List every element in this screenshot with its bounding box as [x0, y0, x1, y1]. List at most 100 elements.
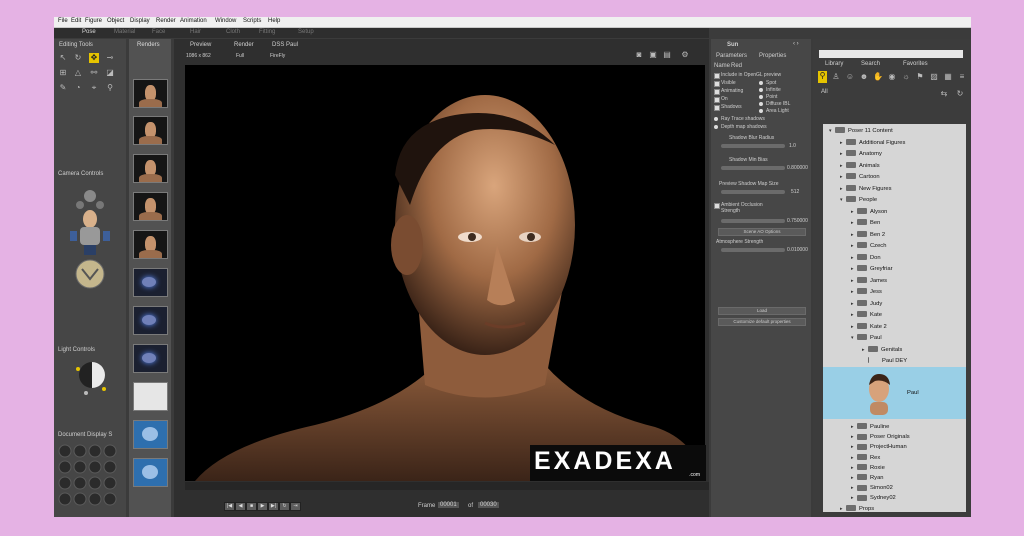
prev-frame-icon[interactable]: ◀ — [235, 502, 246, 511]
shadow-blur-slider[interactable] — [721, 144, 785, 148]
render-thumbnail[interactable] — [133, 382, 168, 411]
selected-library-item[interactable]: Paul — [823, 367, 966, 419]
map-size-slider[interactable] — [721, 190, 785, 194]
render-thumbnail[interactable] — [133, 306, 168, 335]
tab-search[interactable]: Search — [861, 61, 880, 67]
cameras-category-icon[interactable]: ⚑ — [915, 72, 925, 82]
display-style-grid[interactable] — [57, 443, 121, 509]
tree-item[interactable]: ▾ Poser 11 Content — [829, 126, 893, 136]
taper-icon[interactable]: △ — [73, 68, 83, 78]
menu-file[interactable]: File — [58, 18, 68, 24]
select-icon[interactable]: ↖ — [58, 53, 68, 63]
end-icon[interactable]: ⇥ — [290, 502, 301, 511]
grouping-icon[interactable]: ✎ — [58, 83, 68, 93]
scale-icon[interactable]: ⊞ — [58, 68, 68, 78]
radio-depthmap-shadows[interactable] — [714, 125, 718, 129]
tree-item[interactable]: ▸ Greyfriar — [851, 264, 893, 274]
tree-item[interactable]: ▸ Ryan — [851, 473, 884, 483]
tree-item[interactable]: ▸ Anatomy — [840, 149, 882, 159]
view-magnifier-icon[interactable]: ◔ — [73, 83, 83, 93]
menu-display[interactable]: Display — [130, 18, 150, 24]
tree-item[interactable]: ▸ Additional Figures — [840, 138, 905, 148]
tab-face[interactable]: Face — [152, 29, 165, 35]
atmosphere-slider[interactable] — [721, 248, 785, 252]
color-icon[interactable]: ◪ — [105, 68, 115, 78]
tree-item[interactable]: ▸ Ben — [851, 218, 880, 228]
filter-dropdown[interactable]: All — [821, 89, 828, 95]
tree-item[interactable]: Paul DEY — [862, 356, 907, 366]
menu-window[interactable]: Window — [215, 18, 236, 24]
menu-object[interactable]: Object — [107, 18, 124, 24]
camera-snapshot-icon[interactable]: ◙ — [634, 50, 644, 60]
props-category-icon[interactable]: ◉ — [887, 72, 897, 82]
radio-area-light[interactable] — [759, 109, 763, 113]
tab-fitting[interactable]: Fitting — [259, 29, 275, 35]
check-visible[interactable] — [714, 81, 720, 87]
render-thumbnail[interactable] — [133, 268, 168, 297]
hands-category-icon[interactable]: ✋ — [873, 72, 883, 82]
loop-icon[interactable]: ↻ — [279, 502, 290, 511]
load-button[interactable]: Load — [718, 307, 806, 315]
render-engine[interactable]: FireFly — [270, 53, 285, 59]
shadow-blur-value[interactable]: 1.0 — [789, 143, 796, 149]
morph-brush-icon[interactable]: ⌖ — [89, 83, 99, 93]
lights-category-icon[interactable]: ☼ — [901, 72, 911, 82]
light-sphere-widget[interactable] — [72, 357, 112, 397]
tree-item[interactable]: ▸ Czech — [851, 241, 886, 251]
ao-strength-value[interactable]: 0.750000 — [787, 218, 808, 224]
refresh-icon[interactable]: ↻ — [955, 89, 965, 99]
tree-item[interactable]: ▸ Kate — [851, 310, 882, 320]
figures-category-icon[interactable]: ⚲ — [818, 71, 827, 83]
tree-item[interactable]: ▸ Alyson — [851, 207, 887, 217]
render-thumbnail[interactable] — [133, 420, 168, 449]
menu-help[interactable]: Help — [268, 18, 280, 24]
tab-material[interactable]: Material — [114, 29, 135, 35]
poses-category-icon[interactable]: ♙ — [831, 72, 841, 82]
save-render-icon[interactable]: ▤ — [662, 50, 672, 60]
tree-item[interactable]: ▸ Poser Originals — [851, 432, 910, 442]
tree-item[interactable]: ▸ James — [851, 276, 887, 286]
render-thumbnail[interactable] — [133, 230, 168, 259]
camera-control-widget[interactable] — [64, 181, 116, 301]
tree-item[interactable]: ▸ Simon02 — [851, 483, 893, 493]
tab-hair[interactable]: Hair — [190, 29, 201, 35]
check-opengl[interactable] — [714, 73, 720, 79]
menu-edit[interactable]: Edit — [71, 18, 81, 24]
tree-item[interactable]: ▸ Pauline — [851, 422, 889, 432]
radio-infinite[interactable] — [759, 88, 763, 92]
compare-icon[interactable]: ▣ — [648, 50, 658, 60]
tree-item[interactable]: ▾ Paul — [851, 333, 882, 343]
menu-figure[interactable]: Figure — [85, 18, 102, 24]
check-ambient-occlusion[interactable] — [714, 203, 720, 209]
map-size-value[interactable]: 512 — [791, 189, 799, 195]
frame-current[interactable]: 00001 — [438, 502, 459, 508]
next-frame-icon[interactable]: ▶| — [268, 502, 279, 511]
chain-icon[interactable]: ⚯ — [89, 68, 99, 78]
render-thumbnail[interactable] — [133, 344, 168, 373]
tree-item[interactable]: ▸ New Figures — [840, 184, 892, 194]
expressions-category-icon[interactable]: ☺ — [845, 72, 855, 82]
render-thumbnail[interactable] — [133, 458, 168, 487]
add-runtime-icon[interactable]: ⇆ — [939, 89, 949, 99]
render-thumbnail[interactable] — [133, 79, 168, 108]
subtab-name[interactable]: Name — [714, 63, 730, 69]
frame-total[interactable]: 00030 — [478, 502, 499, 508]
render-thumbnail[interactable] — [133, 192, 168, 221]
tree-item[interactable]: ▸ Don — [851, 253, 881, 263]
twist-icon[interactable]: ⊸ — [105, 53, 115, 63]
render-thumbnail[interactable] — [133, 116, 168, 145]
radio-diffuse-ibl[interactable] — [759, 102, 763, 106]
panel-nav-icon[interactable]: ‹ › — [793, 41, 799, 47]
tab-properties[interactable]: Properties — [759, 53, 786, 59]
direct-manip-icon[interactable]: ⚲ — [105, 83, 115, 93]
customize-defaults-button[interactable]: Customize default properties — [718, 318, 806, 326]
ao-strength-slider[interactable] — [721, 219, 785, 223]
tab-cloth[interactable]: Cloth — [226, 29, 240, 35]
shadow-min-bias-value[interactable]: 0.800000 — [787, 165, 808, 171]
tree-item[interactable]: ▾ People — [840, 195, 877, 205]
tab-dss-paul[interactable]: DSS Paul — [272, 42, 298, 48]
scene-ao-button[interactable]: Scene AO Options — [718, 228, 806, 236]
atmosphere-value[interactable]: 0.010000 — [787, 247, 808, 253]
tree-item[interactable]: ▸ Ben 2 — [851, 230, 885, 240]
tab-library[interactable]: Library — [825, 61, 843, 67]
